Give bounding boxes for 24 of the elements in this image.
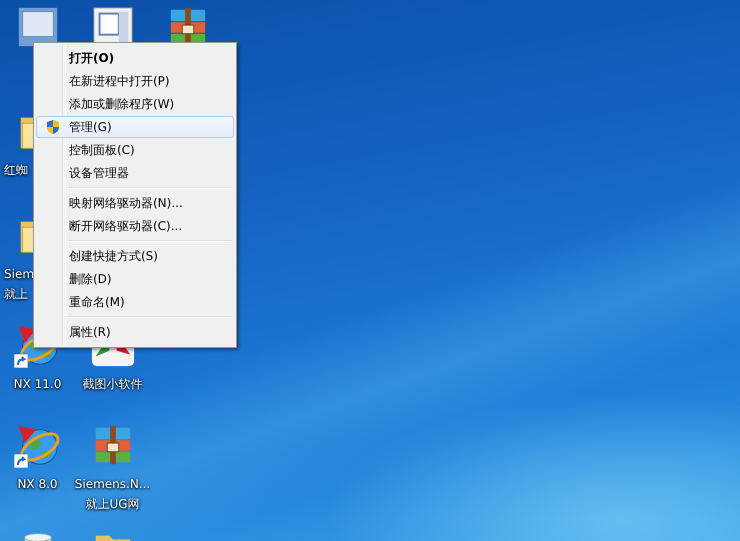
menu-item[interactable]: 映射网络驱动器(N)...	[36, 192, 234, 214]
icon-label: 截图小软件	[82, 376, 142, 393]
menu-item[interactable]: 管理(G)	[36, 116, 234, 138]
menu-item[interactable]: 属性(R)	[36, 321, 234, 343]
menu-item[interactable]: 断开网络驱动器(C)...	[36, 215, 234, 237]
icon-label: 就上UG网	[85, 496, 140, 513]
menu-item[interactable]: 删除(D)	[36, 268, 234, 290]
menu-item[interactable]: 在新进程中打开(P)	[36, 70, 234, 92]
icon-label: Siem	[4, 266, 34, 283]
icon-label: Siemens.N...	[74, 476, 150, 493]
menu-item[interactable]: 设备管理器	[36, 162, 234, 184]
icon-label: NX 11.0	[14, 376, 62, 393]
shortcut-arrow-icon	[14, 354, 28, 368]
menu-item[interactable]: 添加或删除程序(W)	[36, 93, 234, 115]
icon-label: 就上	[4, 286, 28, 303]
menu-item[interactable]: 创建快捷方式(S)	[36, 245, 234, 267]
icon-label: NX 8.0	[17, 476, 58, 493]
shield-icon	[45, 119, 61, 135]
icon-label: 红蜘	[4, 162, 28, 179]
menu-item[interactable]: 打开(O)	[36, 47, 234, 69]
desktop-icon[interactable]: NX 8.0	[0, 422, 75, 494]
menu-item[interactable]: 重命名(M)	[36, 291, 234, 313]
menu-item[interactable]: 控制面板(C)	[36, 139, 234, 161]
shortcut-arrow-icon	[14, 454, 28, 468]
